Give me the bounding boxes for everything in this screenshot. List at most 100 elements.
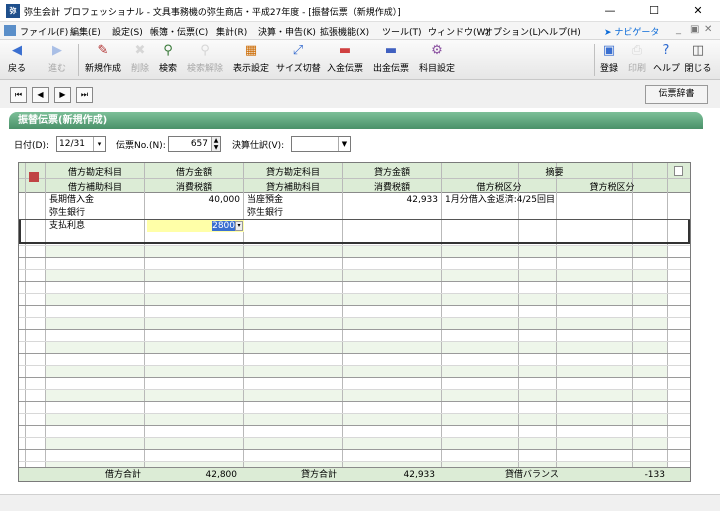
record-navigation-bar: ⏮ ◀ ▶ ⏭: [0, 80, 720, 108]
menu-file[interactable]: ファイル(F): [20, 25, 68, 38]
toolbar-separator: [78, 44, 79, 76]
menu-books[interactable]: 帳簿・伝票(C): [150, 25, 208, 38]
grid-row-shade: [46, 294, 667, 305]
help-button[interactable]: ? ヘルプ: [653, 42, 680, 78]
last-record-button[interactable]: ⏭: [76, 87, 93, 103]
date-dropdown-icon[interactable]: ▾: [93, 137, 105, 151]
voucher-no-label: 伝票No.(N):: [116, 141, 166, 151]
totals-bar: 借方合計 42,800 貸方合計 42,933 貸借バランス -133: [19, 467, 690, 481]
voucher-no-field[interactable]: 657 ▲ ▼: [168, 136, 221, 152]
new-document-icon: ✎: [97, 43, 109, 58]
mdi-close-button[interactable]: ✕: [704, 24, 712, 35]
delete-label: 削除: [130, 64, 149, 74]
grid-row-line: [19, 389, 690, 390]
credit-total-label: 貸方合計: [301, 470, 338, 480]
close-form-button[interactable]: ◫ 閉じる: [683, 42, 713, 78]
voucher-dictionary-button[interactable]: 伝票辞書: [645, 85, 708, 104]
grid-row-line: [19, 365, 690, 366]
grid-header-divider: [19, 178, 690, 179]
closing-entry-label: 決算仕訳(V):: [232, 141, 285, 151]
last-record-icon: ⏭: [80, 90, 89, 99]
status-bar: [0, 494, 720, 511]
debit-total-label: 借方合計: [105, 470, 142, 480]
close-window-button[interactable]: ✕: [676, 0, 720, 22]
header-debit-account: 借方勘定科目: [67, 168, 122, 178]
first-record-button[interactable]: ⏮: [10, 87, 27, 103]
date-field[interactable]: 12/31 ▾: [56, 136, 106, 152]
header-credit-account: 貸方勘定科目: [265, 168, 320, 178]
first-record-icon: ⏮: [14, 90, 23, 99]
print-button[interactable]: ⎙ 印刷: [625, 42, 649, 78]
table-row-active-sub[interactable]: [19, 232, 690, 244]
grid-row-line: [19, 293, 690, 294]
menu-help[interactable]: ヘルプ(H): [540, 25, 581, 38]
credit-amount-cell: 42,933: [406, 195, 439, 205]
display-settings-label: 表示設定: [232, 64, 269, 74]
form-header: 振替伝票(新規作成): [9, 112, 703, 129]
balance-label: 貸借バランス: [505, 470, 559, 480]
register-button[interactable]: ▣ 登録: [597, 42, 621, 78]
navigator-button[interactable]: ➤ ナビゲータ: [604, 25, 659, 38]
size-toggle-button[interactable]: ⤢ サイズ切替: [276, 42, 321, 78]
grid-row-shade: [46, 414, 667, 425]
account-settings-button[interactable]: ⚙ 科目設定: [416, 42, 458, 78]
menu-options[interactable]: オプション(L): [484, 25, 541, 38]
mdi-restore-button[interactable]: ▣: [690, 24, 699, 35]
grid-row-line: [19, 353, 690, 354]
menu-edit[interactable]: 編集(E): [70, 25, 101, 38]
next-record-button[interactable]: ▶: [54, 87, 71, 103]
grid-row-line: [19, 425, 690, 426]
grid-row-line: [19, 281, 690, 282]
search-button[interactable]: ⚲ 検索: [156, 42, 180, 78]
menu-tools[interactable]: ツール(T): [382, 25, 422, 38]
deposit-voucher-button[interactable]: ▬ 入金伝票: [324, 42, 366, 78]
table-row[interactable]: 長期借入金 40,000 当座預金 42,933 1月分借入金返済:4/25回目: [19, 194, 690, 206]
header-debit-amount: 借方金額: [175, 168, 212, 178]
table-row-active[interactable]: 支払利息 2800 ▾: [19, 220, 690, 232]
display-settings-icon: ▦: [244, 43, 258, 58]
clear-search-button[interactable]: ⚲ 検索解除: [184, 42, 226, 78]
memo-list-icon[interactable]: [674, 166, 683, 176]
menu-summary[interactable]: 集計(R): [216, 25, 247, 38]
payment-voucher-button[interactable]: ▬ 出金伝票: [370, 42, 412, 78]
door-icon: ◫: [691, 43, 705, 58]
maximize-button[interactable]: ☐: [632, 0, 676, 22]
chevron-down-icon[interactable]: ▼: [338, 137, 350, 151]
new-button[interactable]: ✎ 新規作成: [82, 42, 124, 78]
grid-row-line: [19, 461, 690, 462]
closing-entry-select[interactable]: ▼: [291, 136, 351, 152]
grid-row-shade: [46, 270, 667, 281]
grid-row-shade: [46, 318, 667, 329]
delete-button[interactable]: ✖ 削除: [128, 42, 152, 78]
header-credit-sub-account: 貸方補助科目: [265, 183, 320, 193]
voucher-no-value: 657: [190, 139, 208, 149]
mdi-minimize-button[interactable]: _: [676, 24, 681, 35]
navigator-icon: ➤: [604, 28, 612, 38]
credit-total-value: 42,933: [403, 470, 436, 480]
document-icon: [4, 25, 16, 36]
new-label: 新規作成: [84, 64, 121, 74]
forward-label: 進む: [47, 64, 66, 74]
menu-settings[interactable]: 設定(S): [112, 25, 143, 38]
debit-amount-selected-text: 2800: [212, 221, 235, 231]
debit-amount-input-value: 2800: [147, 220, 235, 232]
grid-row-line: [19, 329, 690, 330]
calculator-dropdown-icon[interactable]: ▾: [235, 221, 243, 231]
prev-record-button[interactable]: ◀: [32, 87, 49, 103]
menu-closing[interactable]: 決算・申告(K): [258, 25, 316, 38]
forward-button[interactable]: ▶ 進む: [42, 42, 72, 78]
menu-window[interactable]: ウィンドウ(W): [428, 25, 489, 38]
header-debit-sub-account: 借方補助科目: [67, 183, 122, 193]
display-settings-button[interactable]: ▦ 表示設定: [230, 42, 272, 78]
grid-row-shade: [46, 438, 667, 449]
toolbar: ◀ 戻る ▶ 進む ✎ 新規作成 ✖ 削除 ⚲ 検索 ⚲ 検索解除 ▦ 表示設定 ⤢ サイズ切替…: [0, 40, 720, 80]
grid-row-line: [19, 245, 690, 246]
table-row[interactable]: 弥生銀行 弥生銀行: [19, 207, 690, 219]
print-icon: ⎙: [631, 43, 643, 58]
trash-icon: ✖: [134, 43, 146, 58]
grid-row-line: [19, 377, 690, 378]
voucher-no-spinner[interactable]: ▲ ▼: [211, 137, 220, 151]
minimize-button[interactable]: —: [588, 0, 632, 22]
menu-extensions[interactable]: 拡張機能(X): [320, 25, 369, 38]
back-button[interactable]: ◀ 戻る: [3, 42, 31, 78]
